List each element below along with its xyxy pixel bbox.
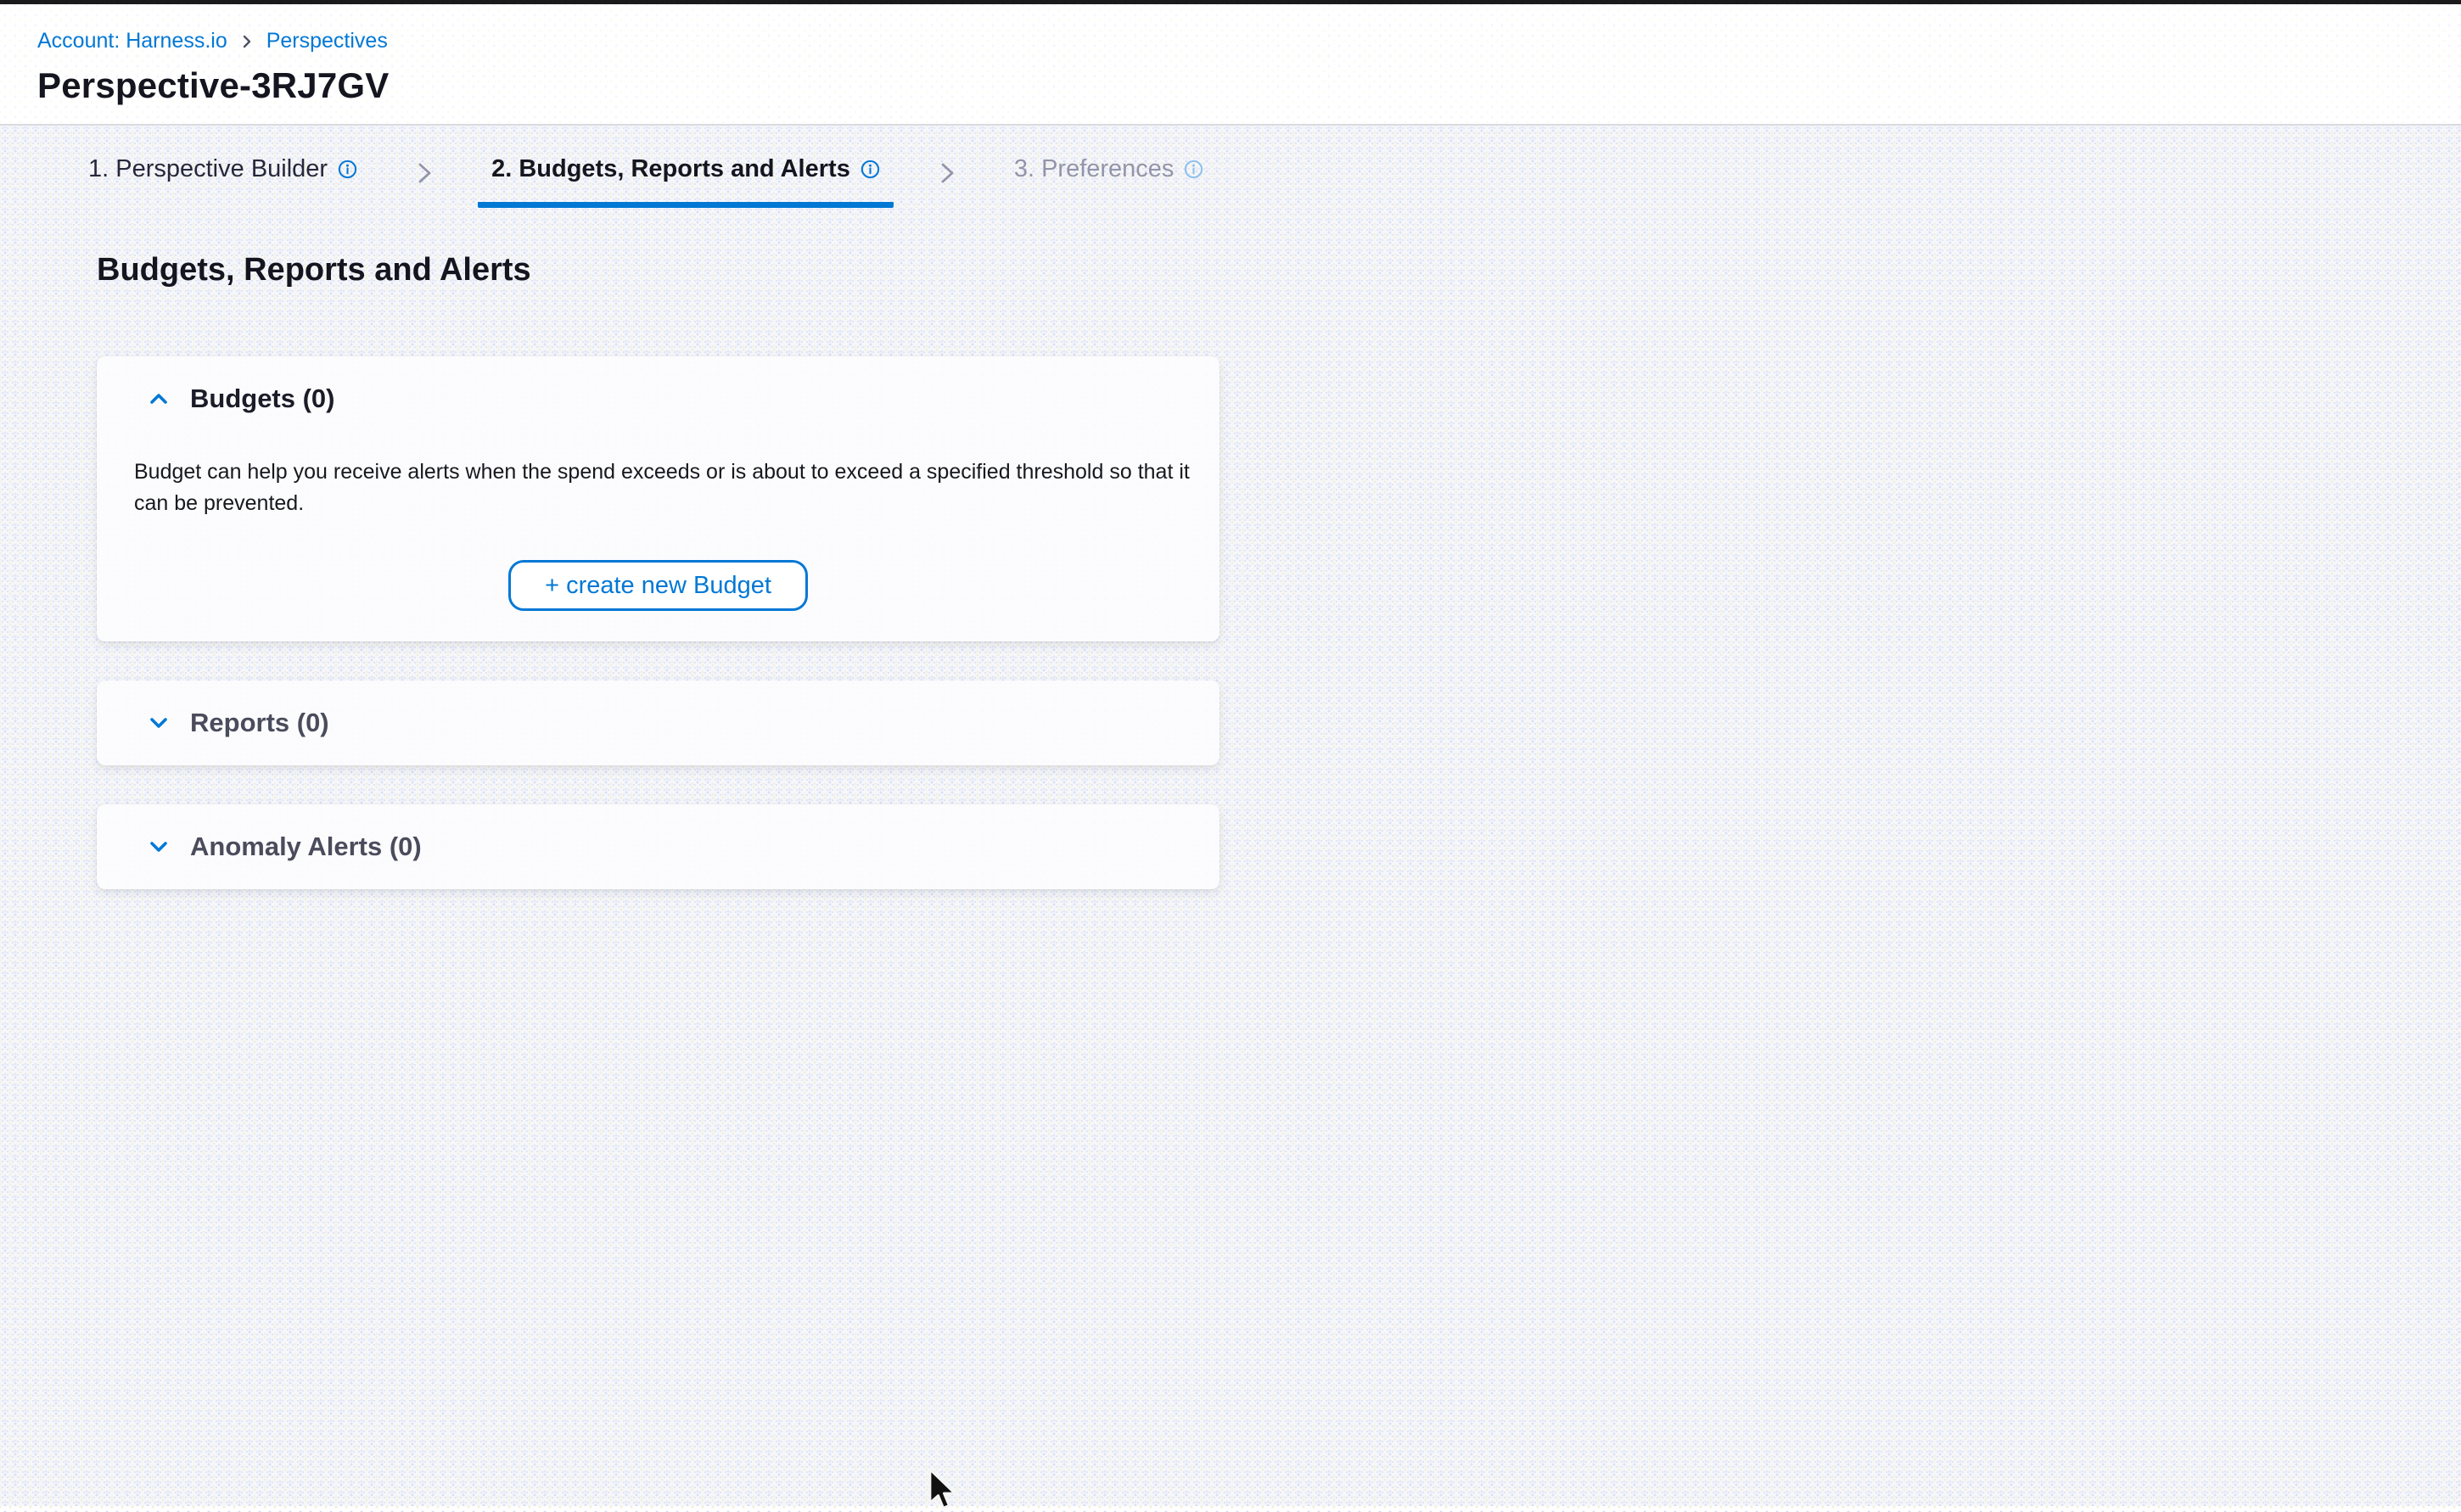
page-title: Perspective-3RJ7GV [37,65,2461,106]
tab-preferences[interactable]: 3. Preferences [1001,150,1218,202]
cards-list: Budgets (0) Budget can help you receive … [97,356,1219,889]
create-new-budget-button[interactable]: + create new Budget [508,560,808,611]
mouse-cursor [927,1468,961,1512]
anomaly-alerts-card-title: Anomaly Alerts (0) [190,832,422,862]
tab-budgets-reports-alerts[interactable]: 2. Budgets, Reports and Alerts [478,150,894,208]
content-area: 1. Perspective Builder 2. Budgets, Repor… [0,126,2461,1506]
breadcrumb-account-link[interactable]: Account: Harness.io [37,29,227,53]
section-heading: Budgets, Reports and Alerts [97,252,2461,288]
tab-budgets-reports-alerts-label: 2. Budgets, Reports and Alerts [491,155,850,183]
anomaly-alerts-card: Anomaly Alerts (0) [97,804,1219,889]
page-header: Account: Harness.io Perspectives Perspec… [0,0,2461,126]
anomaly-alerts-card-header[interactable]: Anomaly Alerts (0) [97,804,1219,889]
tab-perspective-builder-label: 1. Perspective Builder [88,155,328,183]
chevron-up-icon[interactable] [146,386,171,412]
breadcrumb: Account: Harness.io Perspectives [37,29,2461,53]
budgets-card-title: Budgets (0) [190,384,335,414]
step-separator-icon [934,150,960,188]
chevron-down-icon[interactable] [146,834,171,860]
info-icon[interactable] [861,160,880,179]
wizard-steps: 1. Perspective Builder 2. Budgets, Repor… [75,150,2461,208]
budgets-button-row: + create new Budget [97,560,1219,611]
budgets-description: Budget can help you receive alerts when … [134,456,1195,519]
window-top-edge [0,0,2461,4]
tab-preferences-label: 3. Preferences [1014,155,1174,183]
budgets-card: Budgets (0) Budget can help you receive … [97,356,1219,641]
reports-card-title: Reports (0) [190,708,329,738]
breadcrumb-perspectives-link[interactable]: Perspectives [266,29,388,53]
info-icon[interactable] [338,160,357,179]
reports-card-header[interactable]: Reports (0) [97,680,1219,765]
tab-perspective-builder[interactable]: 1. Perspective Builder [75,150,371,202]
chevron-down-icon[interactable] [146,710,171,736]
breadcrumb-separator-icon [239,34,255,49]
step-separator-icon [412,150,437,188]
info-icon[interactable] [1184,160,1203,179]
budgets-card-header[interactable]: Budgets (0) [97,356,1219,414]
reports-card: Reports (0) [97,680,1219,765]
